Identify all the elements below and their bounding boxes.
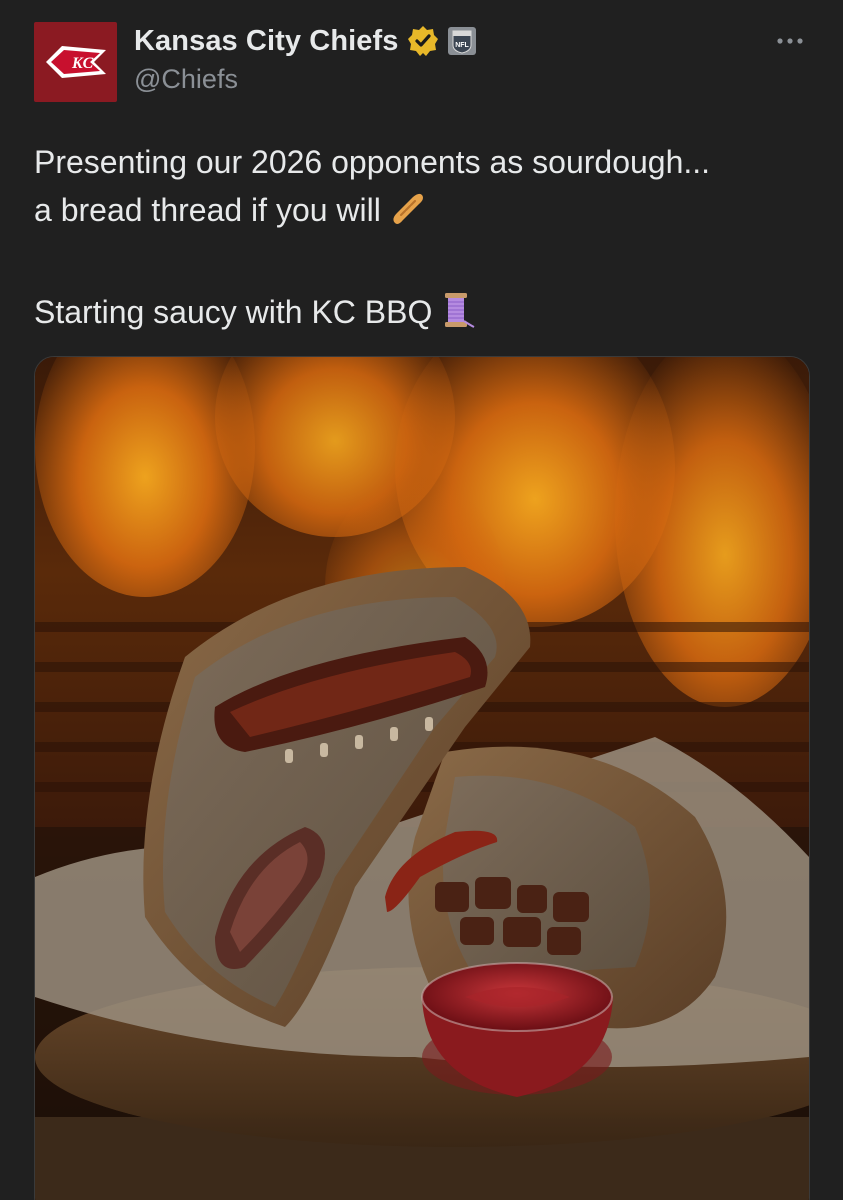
post-text-line-2: a bread thread if you will	[34, 192, 381, 228]
post-text: Presenting our 2026 opponents as sourdou…	[34, 138, 814, 342]
svg-text:NFL: NFL	[455, 42, 469, 49]
post-text-line-3-wrap: Starting saucy with KC BBQ	[34, 288, 814, 342]
more-options-icon[interactable]	[775, 26, 805, 56]
baguette-emoji	[389, 191, 425, 240]
thread-emoji	[440, 291, 476, 342]
post-text-line-1: Presenting our 2026 opponents as sourdou…	[34, 144, 711, 180]
avatar[interactable]: KC	[34, 22, 117, 102]
post-text-line-2-wrap: a bread thread if you will	[34, 186, 814, 240]
chiefs-arrowhead-logo: KC	[45, 46, 106, 78]
tweet-post: KC Kansas City Chiefs NFL @Chiefs Presen…	[0, 0, 843, 1200]
name-row: Kansas City Chiefs NFL	[134, 22, 477, 60]
display-name[interactable]: Kansas City Chiefs	[134, 25, 399, 58]
user-handle[interactable]: @Chiefs	[134, 64, 477, 95]
photo-illustration	[35, 357, 809, 1200]
verified-badge-icon[interactable]	[407, 25, 439, 57]
avatar-logo-text: KC	[71, 55, 94, 72]
nfl-logo-icon[interactable]: NFL	[447, 26, 477, 56]
bbq-sourdough-photo[interactable]	[34, 356, 810, 1200]
post-header: Kansas City Chiefs NFL @Chiefs	[134, 22, 477, 95]
post-text-line-3: Starting saucy with KC BBQ	[34, 294, 433, 330]
